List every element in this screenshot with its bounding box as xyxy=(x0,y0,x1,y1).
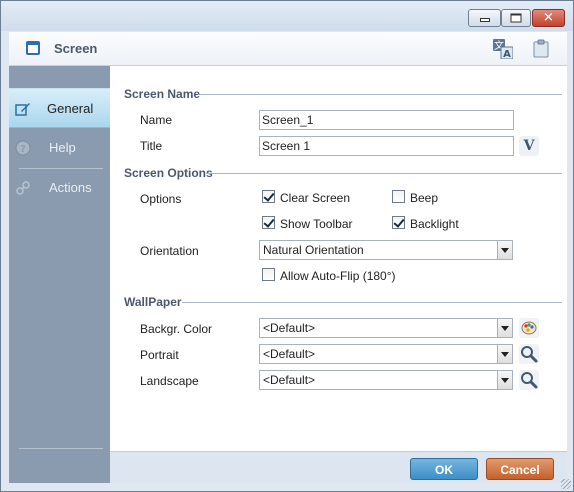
section-divider xyxy=(206,173,562,174)
title-input[interactable] xyxy=(259,136,514,156)
orientation-select[interactable]: Natural Orientation xyxy=(259,240,513,260)
clear-screen-label: Clear Screen xyxy=(280,191,351,205)
sidebar-item-label: General xyxy=(47,101,94,116)
chevron-down-icon[interactable] xyxy=(497,371,512,389)
title-label: Title xyxy=(140,139,163,153)
name-label: Name xyxy=(140,113,173,127)
landscape-label: Landscape xyxy=(140,374,199,388)
landscape-select[interactable]: <Default> xyxy=(259,370,513,390)
portrait-value: <Default> xyxy=(263,347,316,361)
backgr-color-value: <Default> xyxy=(263,321,316,335)
auto-flip-label: Allow Auto-Flip (180°) xyxy=(280,269,396,283)
screen-icon xyxy=(26,41,40,55)
section-divider xyxy=(198,94,562,95)
svg-text:A: A xyxy=(503,49,511,59)
sidebar-item-actions[interactable]: Actions xyxy=(9,168,110,208)
sidebar-item-label: Actions xyxy=(49,180,92,195)
backgr-color-label: Backgr. Color xyxy=(140,322,213,336)
backlight-checkbox[interactable] xyxy=(392,216,405,229)
dialog-header: Screen 文 A xyxy=(9,32,567,66)
clear-screen-checkbox[interactable] xyxy=(262,190,275,203)
backlight-label: Backlight xyxy=(410,217,459,231)
dialog-title: Screen xyxy=(54,41,98,56)
dialog-footer: OK Cancel xyxy=(110,451,567,483)
color-picker-button[interactable] xyxy=(519,318,539,338)
landscape-value: <Default> xyxy=(263,373,316,387)
sidebar-divider xyxy=(19,448,103,449)
beep-checkbox[interactable] xyxy=(392,190,405,203)
cancel-button[interactable]: Cancel xyxy=(486,458,554,480)
sidebar-item-general[interactable]: General xyxy=(9,88,110,128)
maximize-icon xyxy=(510,13,522,23)
section-screen-options: Screen Options xyxy=(124,166,213,180)
portrait-select[interactable]: <Default> xyxy=(259,344,513,364)
chevron-down-icon[interactable] xyxy=(497,319,512,337)
ok-button[interactable]: OK xyxy=(410,458,478,480)
orientation-label: Orientation xyxy=(140,244,199,258)
section-screen-name: Screen Name xyxy=(124,87,201,101)
search-icon xyxy=(521,346,538,363)
name-input[interactable] xyxy=(259,110,514,130)
maximize-button[interactable] xyxy=(501,9,531,27)
title-bar: ✕ xyxy=(1,1,573,31)
general-panel: Screen Name Name Title V Screen Options … xyxy=(110,66,567,451)
chevron-down-icon[interactable] xyxy=(497,241,512,259)
auto-flip-checkbox[interactable] xyxy=(262,268,275,281)
svg-text:?: ? xyxy=(20,144,26,155)
beep-label: Beep xyxy=(410,191,439,205)
portrait-label: Portrait xyxy=(140,348,179,362)
section-divider xyxy=(182,302,562,303)
resize-grip[interactable] xyxy=(561,479,571,489)
edit-icon xyxy=(15,101,31,117)
show-toolbar-label: Show Toolbar xyxy=(280,217,353,231)
sidebar-item-label: Help xyxy=(49,140,76,155)
minimize-icon xyxy=(479,17,490,22)
clipboard-icon[interactable] xyxy=(533,39,549,58)
dialog-window: ✕ Screen 文 A General ? Help Actions Scre… xyxy=(0,0,574,492)
variable-button[interactable]: V xyxy=(519,136,539,156)
minimize-button[interactable] xyxy=(468,9,501,27)
search-icon xyxy=(521,372,538,389)
landscape-browse-button[interactable] xyxy=(519,370,539,390)
close-button[interactable]: ✕ xyxy=(532,9,565,27)
sidebar: General ? Help Actions xyxy=(9,66,110,483)
options-label: Options xyxy=(140,192,182,206)
backgr-color-select[interactable]: <Default> xyxy=(259,318,513,338)
portrait-browse-button[interactable] xyxy=(519,344,539,364)
section-wallpaper: WallPaper xyxy=(124,295,182,309)
close-icon: ✕ xyxy=(543,10,554,26)
actions-icon xyxy=(15,180,31,196)
show-toolbar-checkbox[interactable] xyxy=(262,216,275,229)
palette-icon xyxy=(521,321,537,335)
translate-icon[interactable]: 文 A xyxy=(493,39,514,60)
orientation-value: Natural Orientation xyxy=(263,243,364,257)
help-icon: ? xyxy=(15,140,31,156)
chevron-down-icon[interactable] xyxy=(497,345,512,363)
sidebar-item-help[interactable]: ? Help xyxy=(9,128,110,168)
